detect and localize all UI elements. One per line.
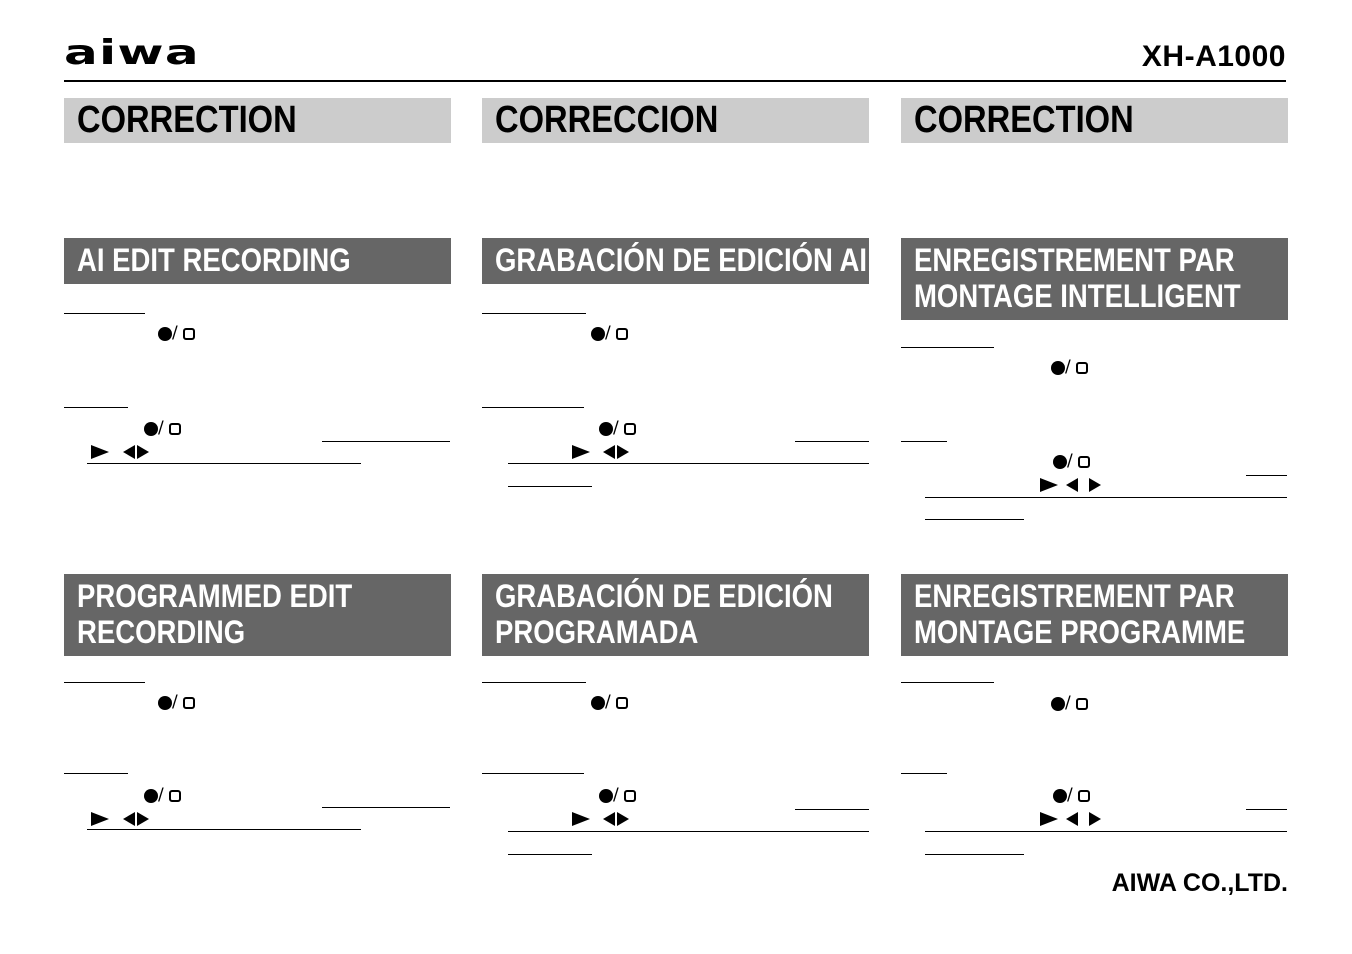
placeholder-underline	[508, 831, 869, 832]
record-stop-icon: /	[1051, 694, 1091, 712]
placeholder-underline	[925, 854, 1024, 855]
record-stop-icon: /	[144, 786, 184, 804]
heading-line: GRABACIÓN DE EDICIÓN	[495, 578, 833, 614]
record-stop-icon: /	[591, 693, 631, 711]
heading-line: PROGRAMADA	[495, 614, 699, 650]
section-heading-text: ENREGISTREMENT PAR MONTAGE INTELLIGENT	[914, 242, 1241, 314]
heading-line: ENREGISTREMENT PAR	[914, 242, 1235, 278]
play-icon	[572, 812, 590, 826]
placeholder-underline	[322, 807, 450, 808]
heading-line: RECORDING	[77, 614, 246, 650]
heading-line: ENREGISTREMENT PAR	[914, 578, 1235, 614]
skip-forward-icon	[137, 445, 149, 459]
section-heading-text: ENREGISTREMENT PAR MONTAGE PROGRAMME	[914, 578, 1245, 650]
skip-forward-icon	[617, 445, 629, 459]
skip-forward-icon	[617, 812, 629, 826]
placeholder-underline	[925, 519, 1024, 520]
placeholder-underline	[1246, 809, 1287, 810]
heading-line: MONTAGE INTELLIGENT	[914, 278, 1241, 314]
section-heading-programmed-es: GRABACIÓN DE EDICIÓN PROGRAMADA	[482, 574, 869, 656]
skip-forward-icon	[137, 812, 149, 826]
placeholder-underline	[508, 463, 869, 464]
placeholder-underline	[482, 773, 584, 774]
record-stop-icon: /	[1053, 786, 1093, 804]
record-stop-icon: /	[158, 693, 198, 711]
placeholder-underline	[795, 809, 869, 810]
record-stop-icon: /	[1051, 358, 1091, 376]
placeholder-underline	[901, 773, 947, 774]
column-title-text: CORRECCION	[495, 99, 719, 141]
placeholder-underline	[508, 486, 592, 487]
placeholder-underline	[322, 441, 450, 442]
column-title-english: CORRECTION	[64, 98, 451, 143]
placeholder-underline	[901, 441, 947, 442]
placeholder-underline	[64, 313, 145, 314]
section-heading-text: AI EDIT RECORDING	[77, 242, 351, 278]
skip-back-icon	[123, 812, 135, 826]
heading-line: GRABACIÓN DE EDICIÓN AI	[495, 242, 868, 278]
record-stop-icon: /	[1053, 452, 1093, 470]
column-title-french: CORRECTION	[901, 98, 1288, 143]
skip-back-icon	[123, 445, 135, 459]
section-heading-programmed-fr: ENREGISTREMENT PAR MONTAGE PROGRAMME	[901, 574, 1288, 656]
placeholder-underline	[482, 682, 586, 683]
header-divider	[64, 80, 1286, 82]
company-name: AIWA CO.,LTD.	[1111, 869, 1288, 897]
skip-forward-icon	[1089, 812, 1101, 826]
section-heading-programmed-en: PROGRAMMED EDIT RECORDING	[64, 574, 451, 656]
placeholder-underline	[64, 773, 128, 774]
placeholder-underline	[482, 407, 584, 408]
play-icon	[572, 445, 590, 459]
column-title-text: CORRECTION	[77, 99, 297, 141]
play-icon	[91, 445, 109, 459]
brand-logo: aiwa	[64, 33, 200, 73]
skip-back-icon	[1066, 478, 1078, 492]
placeholder-underline	[87, 829, 361, 830]
heading-line: PROGRAMMED EDIT	[77, 578, 353, 614]
placeholder-underline	[87, 463, 361, 464]
skip-forward-icon	[1089, 478, 1101, 492]
skip-back-icon	[603, 445, 615, 459]
placeholder-underline	[901, 347, 994, 348]
record-stop-icon: /	[144, 419, 184, 437]
placeholder-underline	[795, 441, 869, 442]
placeholder-underline	[64, 682, 145, 683]
play-icon	[1040, 812, 1058, 826]
section-heading-text: GRABACIÓN DE EDICIÓN PROGRAMADA	[495, 578, 833, 650]
model-number: XH-A1000	[1141, 40, 1286, 73]
play-icon	[1040, 478, 1058, 492]
record-stop-icon: /	[158, 324, 198, 342]
column-title-text: CORRECTION	[914, 99, 1134, 141]
skip-back-icon	[603, 812, 615, 826]
section-heading-ai-edit-fr: ENREGISTREMENT PAR MONTAGE INTELLIGENT	[901, 238, 1288, 320]
record-stop-icon: /	[591, 324, 631, 342]
placeholder-underline	[64, 407, 128, 408]
section-heading-ai-edit-es: GRABACIÓN DE EDICIÓN AI	[482, 238, 869, 284]
placeholder-underline	[482, 313, 586, 314]
skip-back-icon	[1066, 812, 1078, 826]
play-icon	[91, 812, 109, 826]
placeholder-underline	[925, 497, 1287, 498]
column-title-spanish: CORRECCION	[482, 98, 869, 143]
section-heading-text: GRABACIÓN DE EDICIÓN AI	[495, 242, 867, 278]
record-stop-icon: /	[599, 419, 639, 437]
record-stop-icon: /	[599, 786, 639, 804]
placeholder-underline	[925, 831, 1287, 832]
section-heading-text: PROGRAMMED EDIT RECORDING	[77, 578, 352, 650]
section-heading-ai-edit-en: AI EDIT RECORDING	[64, 238, 451, 284]
heading-line: AI EDIT RECORDING	[77, 242, 351, 278]
placeholder-underline	[508, 854, 592, 855]
heading-line: MONTAGE PROGRAMME	[914, 614, 1246, 650]
placeholder-underline	[901, 682, 994, 683]
placeholder-underline	[1246, 475, 1287, 476]
